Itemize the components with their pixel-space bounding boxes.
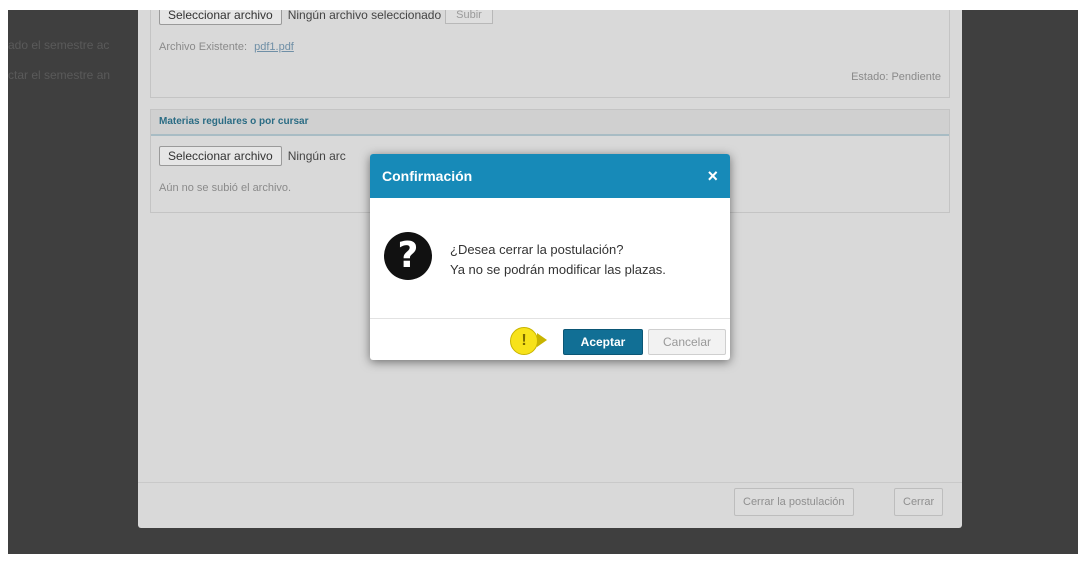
message-line-1: ¿Desea cerrar la postulación? — [450, 242, 624, 257]
hint-arrow-icon — [537, 333, 547, 347]
close-icon[interactable]: × — [707, 166, 718, 187]
select-file-button[interactable]: Seleccionar archivo — [159, 10, 282, 25]
cancel-button[interactable]: Cancelar — [648, 329, 726, 355]
upload-button[interactable]: Subir — [445, 10, 493, 24]
dialog-footer: ! Aceptar Cancelar — [370, 319, 730, 360]
dialog-body: ? ¿Desea cerrar la postulación? Ya no se… — [370, 198, 730, 319]
file-row: Seleccionar archivo Ningún arc — [159, 146, 346, 166]
file-panel-1: Seleccionar archivo Ningún archivo selec… — [150, 10, 950, 98]
existing-file-label: Archivo Existente: — [159, 41, 248, 53]
dialog-header: Confirmación × — [370, 154, 730, 198]
existing-file-link[interactable]: pdf1.pdf — [254, 41, 294, 53]
existing-file: Archivo Existente: pdf1.pdf — [159, 41, 294, 53]
footer-divider — [138, 482, 962, 483]
upload-note: Aún no se subió el archivo. — [159, 182, 292, 194]
file-row: Seleccionar archivo Ningún archivo selec… — [159, 10, 493, 25]
status-label: Estado: Pendiente — [851, 71, 941, 83]
accept-button[interactable]: Aceptar — [563, 329, 643, 355]
select-file-button[interactable]: Seleccionar archivo — [159, 146, 282, 166]
close-button[interactable]: Cerrar — [894, 488, 944, 516]
file-status: Ningún arc — [287, 149, 346, 163]
hint-icon: ! — [510, 327, 538, 355]
file-status: Ningún archivo seleccionado — [287, 10, 442, 22]
background-text-line: ctar el semestre an — [8, 68, 111, 82]
message-line-2: Ya no se podrán modificar las plazas. — [450, 262, 666, 277]
panel-title: Materias regulares o por cursar — [151, 110, 949, 136]
close-application-button[interactable]: Cerrar la postulación — [734, 488, 854, 516]
background-text-line: ado el semestre ac — [8, 38, 110, 52]
question-icon: ? — [384, 232, 432, 280]
dialog-title: Confirmación — [382, 168, 473, 184]
confirmation-dialog: Confirmación × ? ¿Desea cerrar la postul… — [370, 154, 730, 360]
dialog-message: ¿Desea cerrar la postulación? Ya no se p… — [450, 240, 666, 280]
